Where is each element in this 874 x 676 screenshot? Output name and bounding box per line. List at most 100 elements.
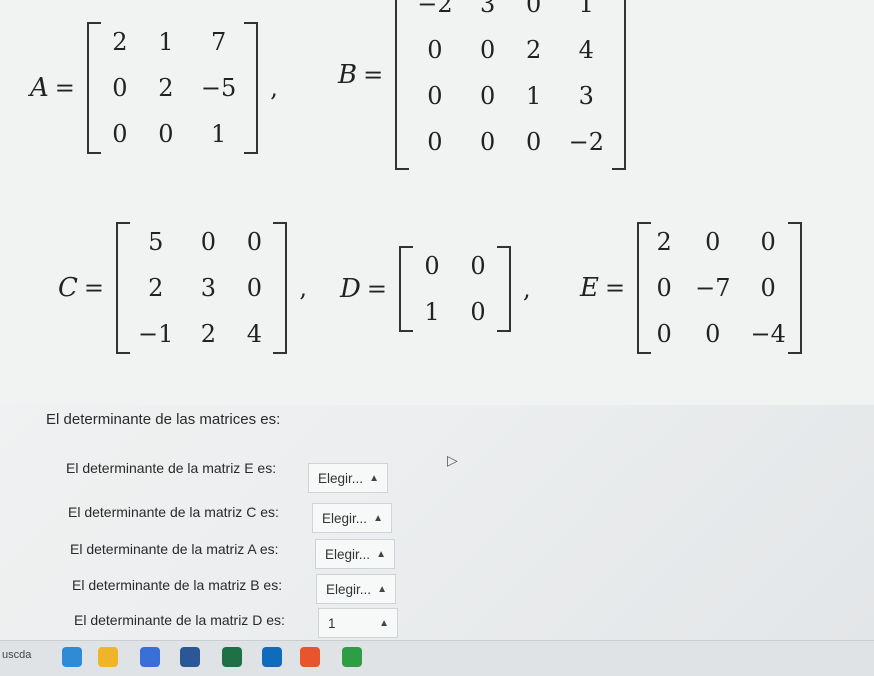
equals-sign: = [366,275,387,303]
matrix-cell: 3 [578,82,594,110]
chrome-icon[interactable] [62,647,82,667]
matrix-cell: 0 [479,82,496,110]
matrix-cell: 0 [470,298,486,326]
answer-label-a: El determinante de la matriz A es: [70,541,279,557]
matrix-cell: 0 [479,128,496,156]
matrix-cell: −4 [750,320,786,348]
matrix-cell: 1 [210,120,227,148]
matrix-cell: −5 [200,74,237,102]
matrix-a-equation: A = 2 1 7 0 2 −5 0 0 1 , [30,22,284,154]
screen-icon[interactable] [262,647,282,667]
select-arrow-icon: ▲︎ [373,512,383,524]
matrix-cell: 0 [427,82,443,110]
equals-sign: = [83,274,105,302]
answer-select-e[interactable]: Elegir... ▲︎ [308,463,388,493]
matrix-cell: 1 [578,0,594,18]
answer-label-b: El determinante de la matriz B es: [72,577,283,593]
matrix-c: 5 0 0 2 3 0 −1 2 4 [110,222,293,354]
matrix-cell: 2 [525,36,542,64]
matrix-cell: 0 [246,274,263,302]
matrix-cell: 0 [705,320,721,348]
matrix-cell: 2 [158,74,174,102]
matrix-cell: 0 [760,228,776,256]
matrix-cell: 3 [200,274,217,302]
taskbar: uscda [0,640,874,676]
matrix-cell: 5 [148,228,164,256]
answer-select-a[interactable]: Elegir... ▲︎ [315,539,395,569]
select-value: Elegir... [326,581,372,597]
app-icon[interactable] [342,647,362,667]
taskbar-search-text: uscda [2,649,32,661]
matrix-e-name: E [580,273,599,303]
matrix-cell: 2 [656,228,672,256]
matrix-cell: 0 [427,128,443,156]
matrix-cell: 2 [112,28,128,56]
equals-sign: = [604,274,626,302]
answer-label-c: El determinante de la matriz C es: [68,504,279,520]
matrix-cell: 2 [148,274,164,302]
select-arrow-icon: ▲︎ [369,472,379,484]
matrix-cell: 0 [112,120,128,148]
select-value: Elegir... [318,470,364,486]
select-value: Elegir... [325,546,371,562]
matrix-cell: 0 [200,228,217,256]
matrix-cell: −7 [695,274,731,302]
matrix-cell: −2 [568,128,604,156]
matrix-cell: 0 [656,274,672,302]
matrix-cell: 0 [424,252,440,280]
comma: , [522,275,531,303]
matrix-e-equation: E = 2 0 0 0 −7 0 0 0 −4 [580,222,808,354]
excel-icon[interactable] [222,647,242,667]
answer-label-e: El determinante de la matriz E es: [66,460,277,476]
media-icon[interactable] [300,647,320,667]
search-icon[interactable] [140,647,160,667]
matrices-image: A = 2 1 7 0 2 −5 0 0 1 , B = −2 3 0 1 0 0 2 4 0 0 1 3 0 0 0 −2 … [0,0,874,405]
equals-sign: = [363,61,384,89]
matrix-cell: 0 [112,74,128,102]
matrix-cell: 0 [760,274,776,302]
select-arrow-icon: ▲︎ [376,548,386,560]
matrix-b-equation: B = −2 3 0 1 0 0 2 4 0 0 1 3 0 0 0 −2 [338,0,632,170]
matrix-cell: 0 [479,36,496,64]
matrix-cell: 3 [479,0,496,18]
matrix-cell: 1 [424,298,440,326]
matrix-cell: 4 [246,320,263,348]
answer-select-d[interactable]: 1 ▲︎ [318,608,398,638]
matrix-d: 0 0 1 0 [393,246,517,332]
matrix-e: 2 0 0 0 −7 0 0 0 −4 [631,222,808,354]
matrix-b-name: B [338,60,358,90]
matrix-cell: 4 [578,36,594,64]
word-icon[interactable] [180,647,200,667]
matrix-cell: 0 [158,120,174,148]
folder-icon[interactable] [98,647,118,667]
comma: , [299,274,308,302]
matrix-cell: −2 [417,0,453,18]
answer-label-d: El determinante de la matriz D es: [74,612,285,628]
matrix-cell: 0 [470,252,486,280]
matrix-cell: 1 [158,28,174,56]
equals-sign: = [54,74,75,102]
matrix-cell: 0 [705,228,721,256]
matrix-d-equation: D = 0 0 1 0 , [340,246,537,332]
matrix-c-equation: C = 5 0 0 2 3 0 −1 2 4 , [58,222,313,354]
matrix-a: 2 1 7 0 2 −5 0 0 1 [81,22,264,154]
matrix-a-name: A [30,73,49,103]
mouse-cursor-icon: ▷ [447,452,458,468]
question-title: El determinante de las matrices es: [46,411,281,428]
comma: , [270,74,278,102]
select-value: Elegir... [322,510,368,526]
matrix-cell: 0 [427,36,443,64]
select-arrow-icon: ▲︎ [379,617,389,629]
select-arrow-icon: ▲︎ [377,583,387,595]
matrix-c-name: C [58,273,78,303]
matrix-cell: 0 [525,128,542,156]
answer-select-b[interactable]: Elegir... ▲︎ [316,574,396,604]
select-value: 1 [328,615,336,631]
matrix-cell: 2 [200,320,217,348]
matrix-cell: 0 [525,0,542,18]
screen: A = 2 1 7 0 2 −5 0 0 1 , B = −2 3 0 1 0 0 2 4 0 0 1 3 0 0 0 −2 … [0,0,874,640]
matrix-cell: 0 [246,228,263,256]
matrix-cell: 7 [210,28,227,56]
matrix-cell: 1 [525,82,542,110]
answer-select-c[interactable]: Elegir... ▲︎ [312,503,392,533]
